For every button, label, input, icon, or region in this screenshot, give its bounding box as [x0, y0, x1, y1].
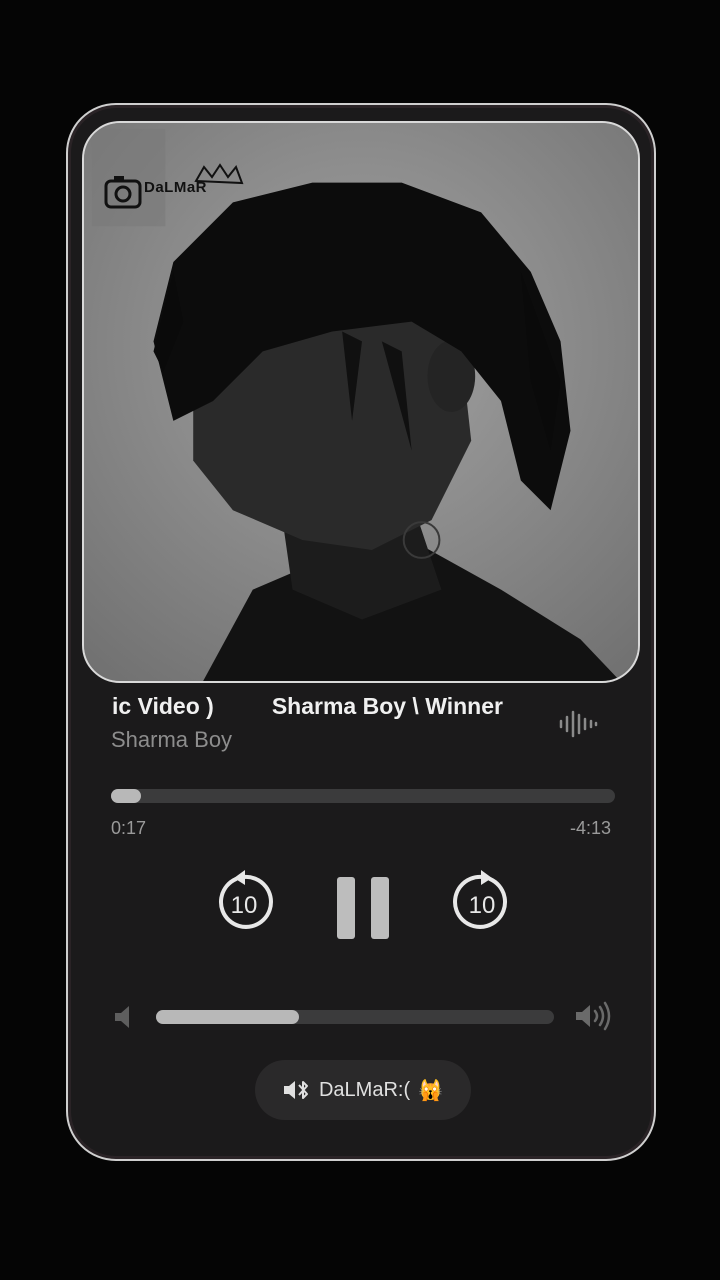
output-device-button[interactable]: DaLMaR:( 🙀: [255, 1060, 471, 1120]
skip-back-label: 10: [231, 892, 258, 919]
volume-high-icon: [576, 1001, 611, 1031]
skip-forward-button[interactable]: 10: [450, 870, 514, 934]
watermark-text: DaLMaR: [144, 179, 208, 196]
pause-button[interactable]: [335, 875, 391, 941]
volume-level-fill: [156, 1010, 300, 1024]
audio-waveform-icon[interactable]: [558, 709, 598, 739]
playback-progress-fill: [111, 789, 142, 803]
bluetooth-speaker-icon: [283, 1081, 308, 1099]
playback-scrubber[interactable]: [111, 789, 615, 803]
volume-low-icon: [115, 1006, 129, 1028]
volume-slider[interactable]: [156, 1010, 554, 1024]
device-emoji: 🙀: [418, 1079, 444, 1102]
remaining-time: -4:13: [569, 818, 611, 838]
skip-back-button[interactable]: 10: [212, 870, 276, 934]
output-device-label: DaLMaR:(: [318, 1078, 411, 1101]
skip-forward-10-icon: 10: [453, 870, 508, 929]
album-artwork: DaLMaR: [82, 121, 640, 683]
track-title-part2: Sharma Boy \ Winner: [271, 693, 503, 719]
skip-forward-label: 10: [469, 892, 496, 919]
watermark-logo: DaLMaR: [104, 163, 244, 223]
now-playing-card: DaLMaR ic Video ) Sharma Boy \ Winner Sha…: [66, 103, 656, 1161]
skip-back-10-icon: 10: [218, 870, 273, 929]
track-title: ic Video ) Sharma Boy \ Winner: [112, 693, 592, 720]
artist-name[interactable]: Sharma Boy: [111, 727, 232, 753]
elapsed-time: 0:17: [111, 818, 147, 838]
track-title-part1: ic Video ): [112, 693, 214, 719]
